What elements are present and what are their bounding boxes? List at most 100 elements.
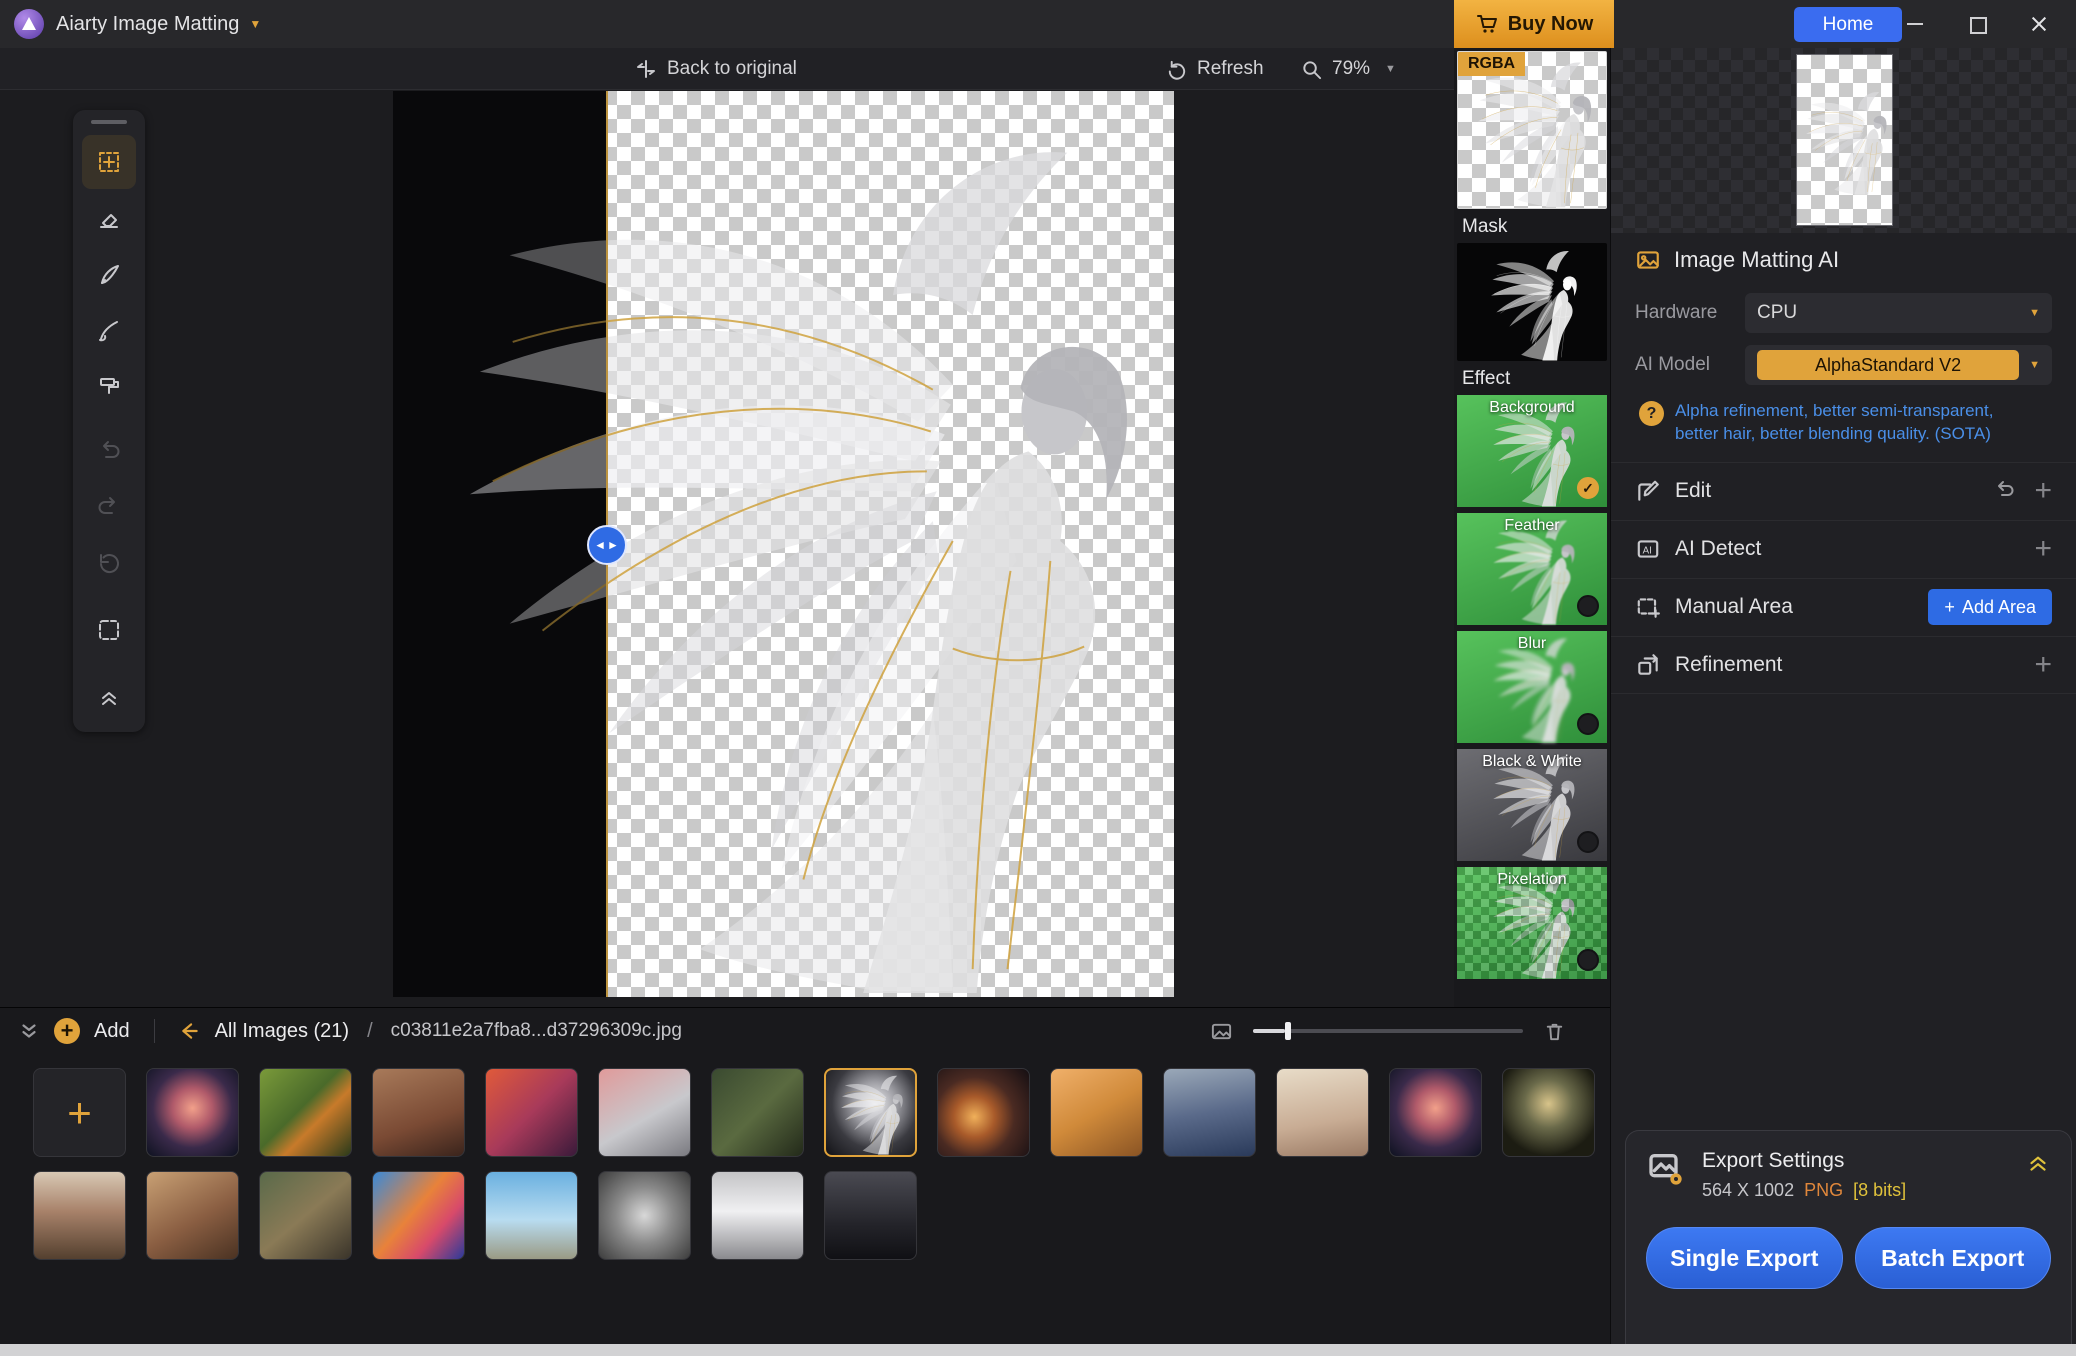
ai-model-value: AlphaStandard V2 bbox=[1757, 350, 2019, 380]
thumbnail-jellyfish[interactable] bbox=[146, 1068, 239, 1157]
thumbnail-red-silhouette[interactable] bbox=[485, 1068, 578, 1157]
zoom-control[interactable]: 79% ▼ bbox=[1300, 48, 1396, 90]
thumbnail-row-1: + bbox=[33, 1068, 1610, 1157]
effect-background[interactable]: Background ✓ bbox=[1457, 395, 1607, 507]
thumbnail-night-lights[interactable] bbox=[937, 1068, 1030, 1157]
thumbnail-bicycle[interactable] bbox=[259, 1068, 352, 1157]
thumbnail-row-2 bbox=[33, 1171, 1610, 1260]
breadcrumb-all-images[interactable]: All Images (21) bbox=[215, 1020, 350, 1043]
add-area-button[interactable]: + Add Area bbox=[1928, 589, 2052, 625]
compare-slider-handle[interactable]: ◄► bbox=[587, 525, 627, 565]
back-arrow-icon[interactable] bbox=[179, 1020, 201, 1042]
buy-now-button[interactable]: Buy Now bbox=[1454, 0, 1614, 48]
effect-feather-radio[interactable] bbox=[1577, 595, 1599, 617]
transform-tool-button[interactable] bbox=[82, 135, 136, 189]
add-image-tile[interactable]: + bbox=[33, 1068, 126, 1157]
preview-column: RGBA Mask Effect Background ✓ Feather Bl… bbox=[1454, 48, 1610, 1007]
zoom-chevron-icon[interactable]: ▼ bbox=[1385, 63, 1396, 75]
redo-button[interactable] bbox=[82, 481, 136, 535]
thumbnail-skateboarder[interactable] bbox=[485, 1171, 578, 1260]
thumbnail-woman-lying[interactable] bbox=[259, 1171, 352, 1260]
back-to-original-button[interactable]: Back to original bbox=[634, 48, 797, 90]
mask-preview-thumb[interactable] bbox=[1457, 243, 1607, 361]
batch-export-button[interactable]: Batch Export bbox=[1855, 1227, 2052, 1289]
effect-black-white-radio[interactable] bbox=[1577, 831, 1599, 853]
smart-pen-tool-icon bbox=[94, 259, 124, 289]
rgba-preview-thumb[interactable]: RGBA bbox=[1457, 51, 1607, 209]
thumbnail-child[interactable] bbox=[146, 1171, 239, 1260]
brush-tool-button[interactable] bbox=[82, 303, 136, 357]
close-icon[interactable] bbox=[2030, 15, 2048, 33]
minimize-icon[interactable] bbox=[1906, 15, 1924, 33]
refresh-label: Refresh bbox=[1197, 58, 1264, 80]
thumbnail-woman-light[interactable] bbox=[1276, 1068, 1369, 1157]
effect-pixelation-radio[interactable] bbox=[1577, 949, 1599, 971]
thumbnail-man-in-suit[interactable] bbox=[824, 1171, 917, 1260]
palette-drag-handle[interactable] bbox=[91, 120, 127, 124]
refinement-expand-plus-icon[interactable]: + bbox=[2034, 650, 2052, 680]
slider-knob[interactable] bbox=[1285, 1022, 1291, 1040]
effect-black-white[interactable]: Black & White bbox=[1457, 749, 1607, 861]
effect-feather[interactable]: Feather bbox=[1457, 513, 1607, 625]
thumbnail-bride[interactable] bbox=[711, 1171, 804, 1260]
extract-tool-button[interactable] bbox=[82, 359, 136, 413]
manual-area-icon bbox=[1635, 594, 1661, 620]
image-compare-view[interactable]: ◄► bbox=[393, 91, 1174, 997]
thumbnail-pink-hair-woman[interactable] bbox=[598, 1068, 691, 1157]
smart-pen-tool-button[interactable] bbox=[82, 247, 136, 301]
effect-blur-radio[interactable] bbox=[1577, 713, 1599, 735]
double-chevron-down-icon[interactable] bbox=[18, 1020, 40, 1042]
ai-detect-expand-plus-icon[interactable]: + bbox=[2034, 534, 2052, 564]
thumbnail-angel-selected[interactable] bbox=[824, 1068, 917, 1157]
hardware-select[interactable]: CPU ▼ bbox=[1745, 293, 2052, 333]
effect-feather-label: Feather bbox=[1457, 517, 1607, 535]
undo-button[interactable] bbox=[82, 425, 136, 479]
trash-icon[interactable] bbox=[1543, 1020, 1566, 1043]
ai-model-select[interactable]: AlphaStandard V2 ▼ bbox=[1745, 345, 2052, 385]
effect-pixelation[interactable]: Pixelation bbox=[1457, 867, 1607, 979]
edit-expand-plus-icon[interactable]: + bbox=[2034, 476, 2052, 506]
effect-background-selected-check[interactable]: ✓ bbox=[1577, 477, 1599, 499]
thumbnail-woman-blue[interactable] bbox=[1163, 1068, 1256, 1157]
thumbnail-abstract-colorful[interactable] bbox=[372, 1171, 465, 1260]
thumbnail-necklace[interactable] bbox=[1502, 1068, 1595, 1157]
thumbnail-woman-portrait[interactable] bbox=[372, 1068, 465, 1157]
thumbnail-angel-art bbox=[826, 1070, 915, 1155]
thumbnail-spiderweb[interactable] bbox=[598, 1171, 691, 1260]
ai-model-row: AI Model AlphaStandard V2 ▼ bbox=[1611, 339, 2076, 391]
add-plus-icon[interactable]: + bbox=[54, 1018, 80, 1044]
single-export-button[interactable]: Single Export bbox=[1646, 1227, 1843, 1289]
undo-icon bbox=[94, 437, 124, 467]
refresh-button[interactable]: Refresh bbox=[1165, 48, 1264, 90]
effect-blur[interactable]: Blur bbox=[1457, 631, 1607, 743]
manual-area-section-row[interactable]: Manual Area + Add Area bbox=[1611, 578, 2076, 636]
export-format: PNG bbox=[1804, 1180, 1843, 1201]
rgba-tab: RGBA bbox=[1458, 52, 1525, 76]
edit-undo-icon[interactable] bbox=[1992, 479, 2016, 503]
result-preview-thumb[interactable] bbox=[1796, 54, 1893, 226]
help-icon[interactable]: ? bbox=[1639, 401, 1664, 426]
eraser-tool-button[interactable] bbox=[82, 191, 136, 245]
title-chevron-icon[interactable]: ▼ bbox=[249, 17, 261, 31]
toolbar-collapse-button[interactable] bbox=[82, 669, 136, 723]
ai-detect-section-row[interactable]: AI AI Detect + bbox=[1611, 520, 2076, 578]
filmstrip-header: + Add All Images (21) / c03811e2a7fba8..… bbox=[0, 1008, 1610, 1054]
thumbnail-size-slider[interactable] bbox=[1253, 1029, 1523, 1033]
thumbnail-jellyfish-2[interactable] bbox=[1389, 1068, 1482, 1157]
maximize-icon[interactable] bbox=[1968, 15, 1986, 33]
zoom-magnifier-icon bbox=[1300, 58, 1323, 81]
add-area-plus-icon: + bbox=[1944, 597, 1955, 618]
header-divider bbox=[154, 1019, 155, 1043]
thumbnail-bearded-man[interactable] bbox=[33, 1171, 126, 1260]
breadcrumb-separator: / bbox=[367, 1020, 373, 1043]
thumbnail-cat[interactable] bbox=[1050, 1068, 1143, 1157]
reset-button[interactable] bbox=[82, 537, 136, 591]
marquee-select-button[interactable] bbox=[82, 603, 136, 657]
refinement-section-row[interactable]: Refinement + bbox=[1611, 636, 2076, 694]
thumbnail-bicycle-dark[interactable] bbox=[711, 1068, 804, 1157]
add-image-label[interactable]: Add bbox=[94, 1020, 130, 1043]
edit-section-row[interactable]: Edit + bbox=[1611, 462, 2076, 520]
effect-blur-label: Blur bbox=[1457, 635, 1607, 653]
export-collapse-button[interactable] bbox=[2025, 1149, 2051, 1201]
image-matting-ai-icon bbox=[1635, 247, 1661, 273]
